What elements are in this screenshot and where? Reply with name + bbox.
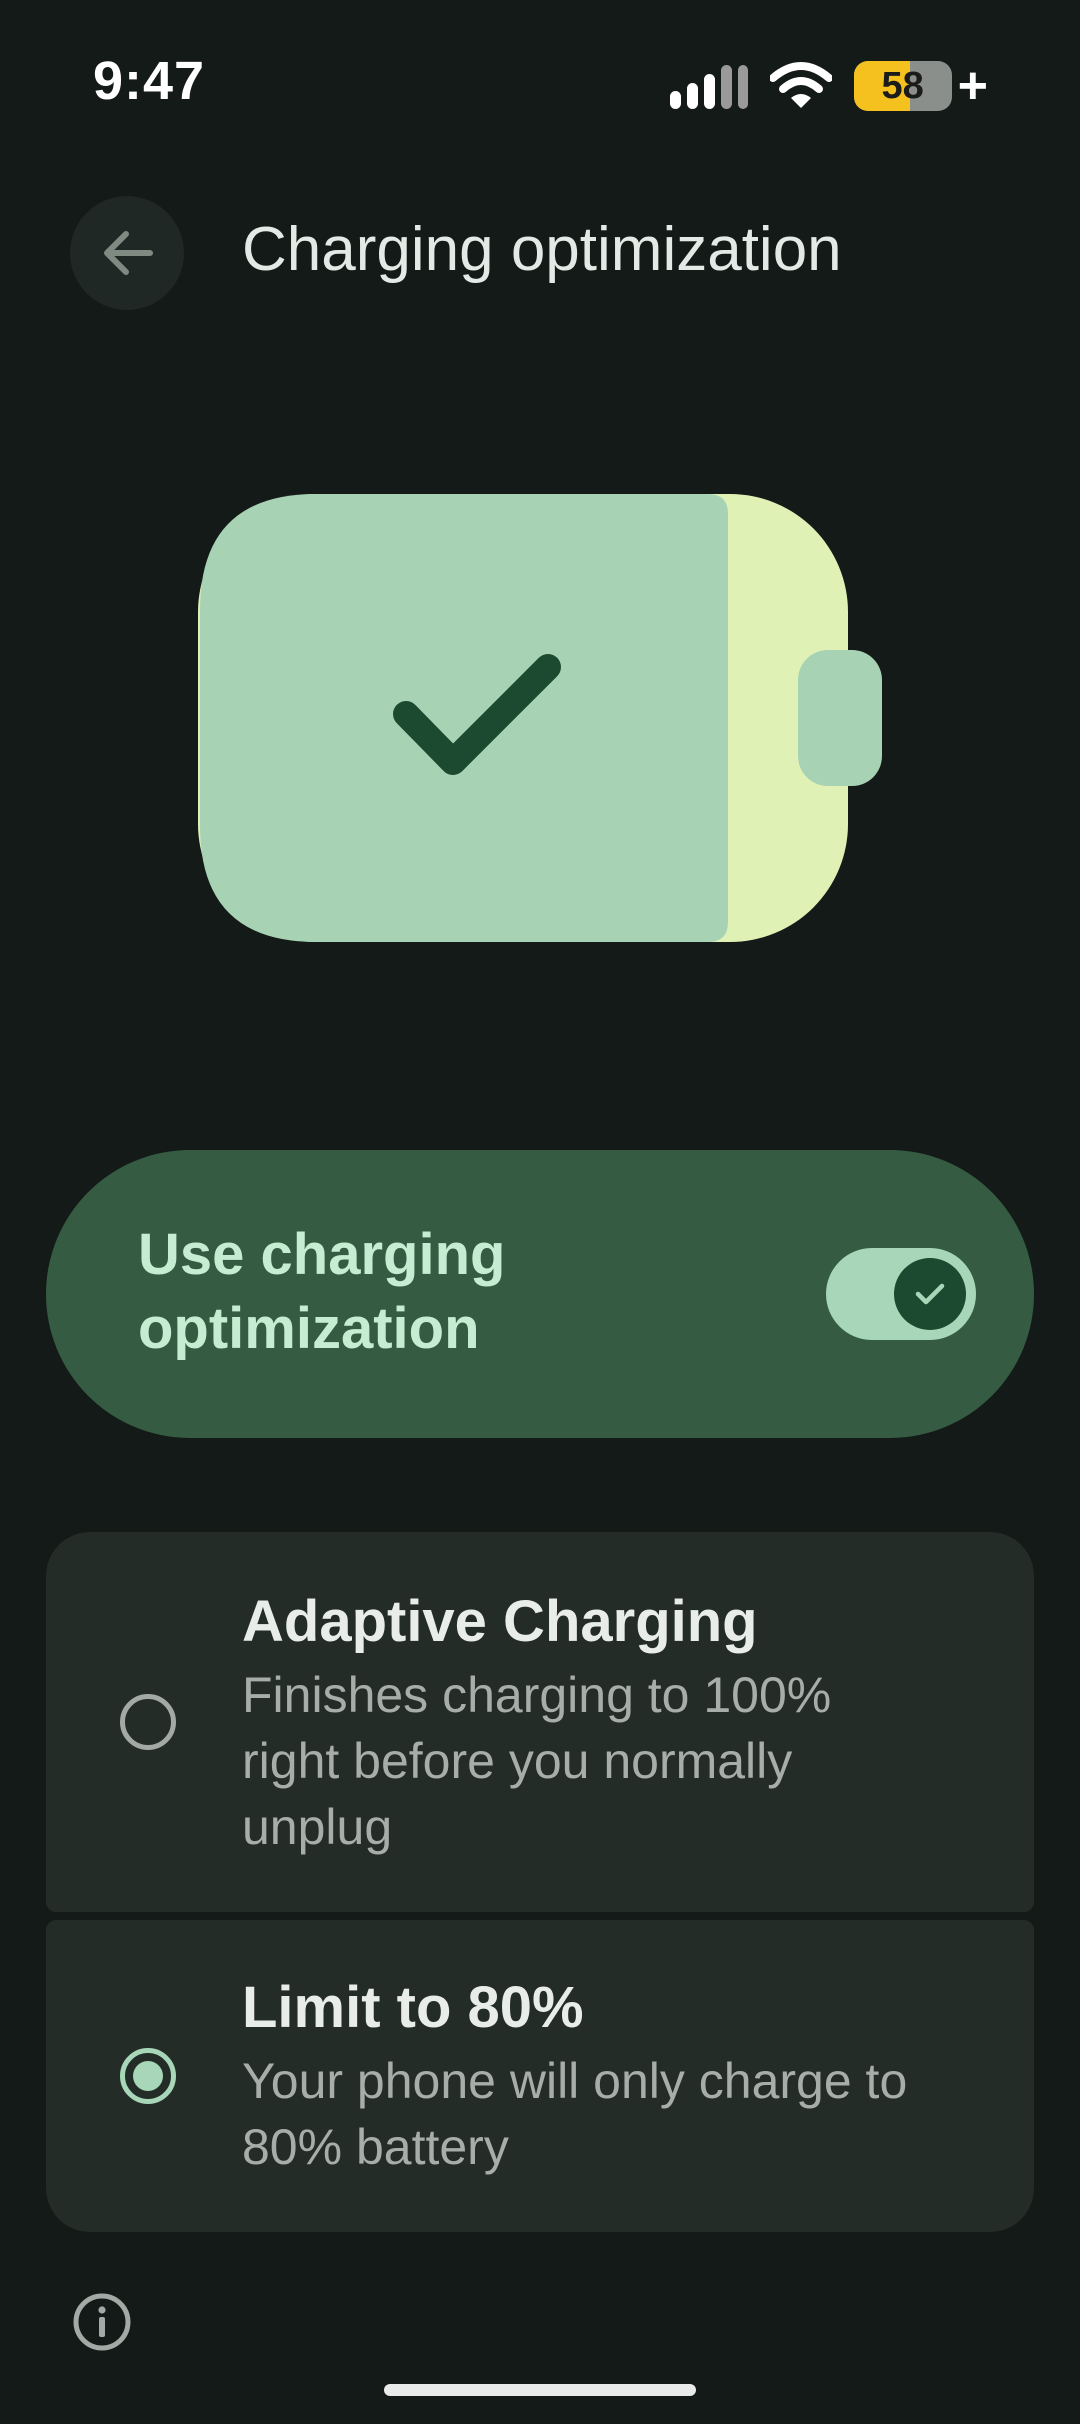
wifi-icon xyxy=(769,62,832,108)
battery-percent: 58 xyxy=(881,64,924,107)
option-title: Adaptive Charging xyxy=(242,1589,758,1654)
status-time: 9:47 xyxy=(93,51,206,111)
info-icon[interactable] xyxy=(72,2292,132,2352)
option-title: Limit to 80% xyxy=(242,1975,584,2040)
charging-optimization-toggle-row[interactable]: Use charging optimization xyxy=(46,1150,1034,1438)
arrow-back-icon xyxy=(104,231,153,275)
check-icon xyxy=(915,1283,945,1305)
battery-check-icon xyxy=(198,494,882,942)
option-adaptive-charging[interactable]: Adaptive Charging Finishes charging to 1… xyxy=(46,1532,1034,1912)
charging-optimization-switch[interactable] xyxy=(826,1248,976,1340)
page-title: Charging optimization xyxy=(242,215,842,284)
home-indicator[interactable] xyxy=(384,2384,696,2396)
status-icons: 58 + xyxy=(669,57,988,115)
option-description: Finishes charging to 100% right before y… xyxy=(242,1667,832,1855)
adaptive-charging-radio[interactable] xyxy=(120,1694,176,1750)
option-description: Your phone will only charge to 80% batte… xyxy=(242,2053,908,2175)
signal-icon xyxy=(669,65,748,109)
battery-icon: 58 xyxy=(853,61,952,111)
toggle-label: Use charging optimization xyxy=(138,1222,506,1361)
limit-to-80-radio[interactable] xyxy=(120,2048,176,2104)
switch-thumb xyxy=(894,1258,966,1330)
option-limit-to-80[interactable]: Limit to 80% Your phone will only charge… xyxy=(46,1920,1034,2232)
back-button[interactable] xyxy=(70,196,184,310)
radio-selected-dot xyxy=(133,2061,163,2091)
plus-icon: + xyxy=(957,57,988,115)
